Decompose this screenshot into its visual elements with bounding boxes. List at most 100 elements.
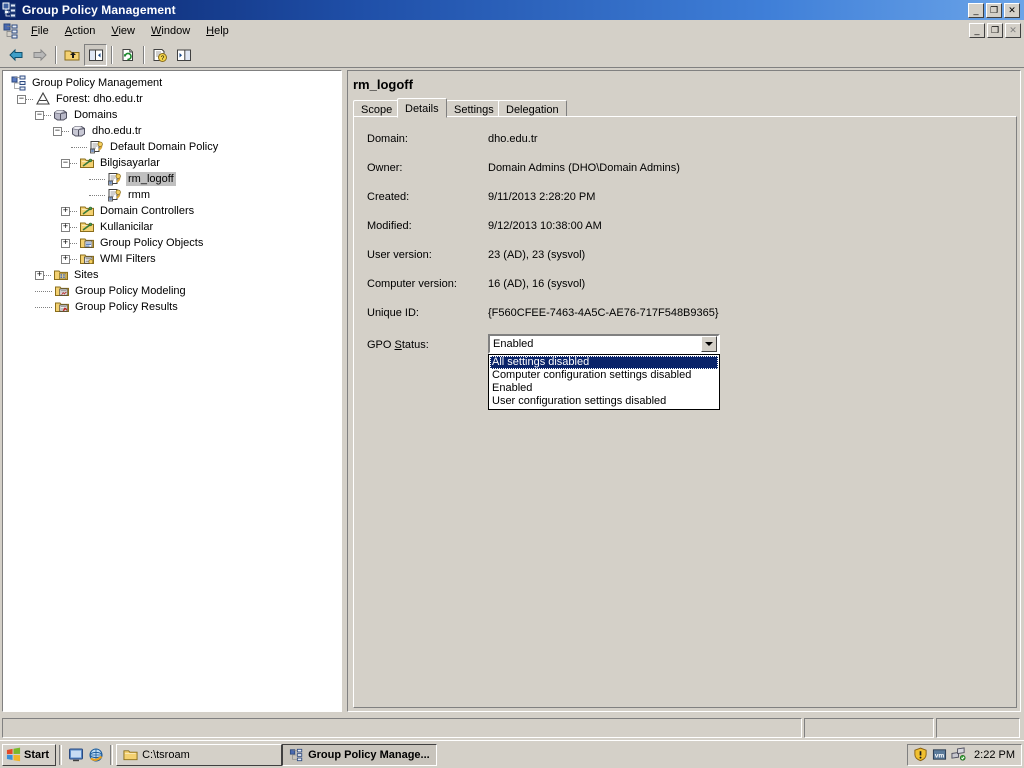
- tree-item-rmm[interactable]: rmm: [7, 187, 341, 203]
- network-connection-icon[interactable]: [951, 747, 966, 762]
- clock[interactable]: 2:22 PM: [974, 749, 1015, 761]
- domain-value: dho.edu.tr: [488, 133, 538, 145]
- tree-item-forest[interactable]: − Forest: dho.edu.tr: [7, 91, 341, 107]
- tree-item-group-policy-modeling[interactable]: Group Policy Modeling: [7, 283, 341, 299]
- show-desktop-icon[interactable]: [68, 747, 84, 763]
- taskbar-button-tsroam[interactable]: C:\tsroam: [116, 743, 283, 766]
- tab-delegation[interactable]: Delegation: [498, 100, 567, 117]
- tree-item-label: Sites: [74, 269, 99, 281]
- toolbar-separator-3: [143, 45, 145, 64]
- taskbar-divider-2: [110, 744, 114, 765]
- tab-scope[interactable]: Scope: [353, 100, 401, 117]
- forest-icon: [35, 91, 51, 107]
- menu-view[interactable]: View: [103, 22, 143, 40]
- tree-item-label: Default Domain Policy: [110, 141, 219, 153]
- owner-value: Domain Admins (DHO\Domain Admins): [488, 162, 680, 174]
- window-title: Group Policy Management: [22, 3, 176, 17]
- tree-item-group-policy-results[interactable]: Group Policy Results: [7, 299, 341, 315]
- main-content-area: Group Policy Management − Forest: dho.ed…: [0, 68, 1024, 714]
- tree-item-bilgisayarlar[interactable]: − Bilgisayarlar: [7, 155, 341, 171]
- gpmc-icon: [2, 2, 18, 18]
- owner-label: Owner:: [367, 162, 403, 174]
- window-title-bar: Group Policy Management _ ❐ ✕: [0, 0, 1024, 20]
- gpo-folder-icon: [79, 235, 95, 251]
- tree-item-label: Domain Controllers: [100, 205, 195, 217]
- dropdown-option-computer-config-disabled[interactable]: Computer configuration settings disabled: [490, 369, 718, 382]
- maximize-button[interactable]: ❐: [986, 2, 1002, 18]
- expander-minus-icon[interactable]: −: [53, 126, 62, 136]
- tree-item-label: Group Policy Results: [75, 301, 178, 313]
- menu-window[interactable]: Window: [143, 22, 198, 40]
- menu-file[interactable]: FFileile: [23, 22, 57, 40]
- start-button[interactable]: Start: [2, 743, 57, 766]
- close-button[interactable]: ✕: [1004, 2, 1020, 18]
- expander-plus-icon[interactable]: +: [61, 254, 70, 264]
- quick-launch-bar: [65, 747, 107, 763]
- tree-item-default-domain-policy[interactable]: Default Domain Policy: [7, 139, 341, 155]
- dropdown-option-all-settings-disabled[interactable]: All settings disabled: [490, 356, 718, 369]
- show-action-pane-button[interactable]: [172, 44, 195, 66]
- computer-version-label: Computer version:: [367, 278, 457, 290]
- tree-item-label: Domains: [74, 109, 118, 121]
- security-warning-icon[interactable]: [913, 747, 928, 762]
- show-hide-tree-button[interactable]: [84, 43, 107, 66]
- expander-plus-icon[interactable]: +: [61, 206, 70, 216]
- tree-item-sites[interactable]: + Sites: [7, 267, 341, 283]
- tree-item-wmi-filters[interactable]: + WMI Filters: [7, 251, 341, 267]
- minimize-button[interactable]: _: [968, 2, 984, 18]
- menu-action[interactable]: Action: [57, 22, 104, 40]
- tree-item-kullanicilar[interactable]: + Kullanicilar: [7, 219, 341, 235]
- expander-plus-icon[interactable]: +: [61, 222, 70, 232]
- ou-icon: [79, 203, 95, 219]
- expander-minus-icon[interactable]: −: [35, 110, 44, 120]
- tree-item-domains[interactable]: − Domains: [7, 107, 341, 123]
- tree-item-rm-logoff[interactable]: rm_logoff: [7, 171, 341, 187]
- tree-item-domain-dho[interactable]: − dho.edu.tr: [7, 123, 341, 139]
- menu-help[interactable]: Help: [198, 22, 237, 40]
- status-pane-3: [936, 718, 1020, 738]
- details-pane: rm_logoff Scope Details Settings Delegat…: [347, 70, 1021, 712]
- toolbar-separator-2: [111, 45, 113, 64]
- taskbar-button-gpmc[interactable]: Group Policy Manage...: [282, 743, 438, 766]
- expander-minus-icon[interactable]: −: [17, 94, 26, 104]
- gpo-link-icon: [107, 187, 123, 203]
- dropdown-option-user-config-disabled[interactable]: User configuration settings disabled: [490, 395, 718, 408]
- unique-id-value: {F560CFEE-7463-4A5C-AE76-717F548B9365}: [488, 307, 719, 319]
- gpmc-small-icon: [3, 23, 19, 39]
- up-one-level-button[interactable]: [60, 44, 83, 66]
- user-version-label: User version:: [367, 249, 432, 261]
- start-button-label: Start: [24, 748, 50, 761]
- expander-minus-icon[interactable]: −: [61, 158, 70, 168]
- gpo-status-dropdown-list[interactable]: All settings disabled Computer configura…: [488, 354, 720, 410]
- domain-icon: [71, 123, 87, 139]
- taskbar-button-label: C:\tsroam: [142, 748, 190, 761]
- expander-plus-icon[interactable]: +: [35, 270, 44, 280]
- folder-icon: [123, 748, 138, 762]
- tree-item-domain-controllers[interactable]: + Domain Controllers: [7, 203, 341, 219]
- internet-explorer-icon[interactable]: [88, 747, 104, 763]
- domains-icon: [53, 107, 69, 123]
- svg-text:?: ?: [160, 55, 164, 62]
- windows-logo-icon: [6, 747, 21, 762]
- tree-item-group-policy-management[interactable]: Group Policy Management: [7, 75, 341, 91]
- vm-tools-icon[interactable]: vm: [932, 747, 947, 762]
- tree-item-label: Forest: dho.edu.tr: [56, 93, 143, 105]
- console-tree-pane[interactable]: Group Policy Management − Forest: dho.ed…: [2, 70, 342, 712]
- help-button[interactable]: ?: [148, 44, 171, 66]
- gp-modeling-icon: [54, 283, 70, 299]
- mdi-restore-button[interactable]: ❐: [987, 23, 1003, 38]
- gpo-link-icon: [107, 171, 123, 187]
- modified-label: Modified:: [367, 220, 412, 232]
- mdi-close-button: ✕: [1005, 23, 1021, 38]
- dropdown-option-enabled[interactable]: Enabled: [490, 382, 718, 395]
- refresh-button[interactable]: [116, 44, 139, 66]
- tree-item-label: Group Policy Management: [32, 77, 163, 89]
- gpo-status-combobox[interactable]: Enabled: [488, 334, 720, 354]
- back-button[interactable]: [4, 44, 27, 66]
- chevron-down-icon[interactable]: [701, 336, 717, 352]
- expander-plus-icon[interactable]: +: [61, 238, 70, 248]
- tab-details[interactable]: Details: [397, 98, 447, 118]
- tab-settings[interactable]: Settings: [446, 100, 502, 117]
- mdi-minimize-button[interactable]: _: [969, 23, 985, 38]
- tree-item-group-policy-objects[interactable]: + Group Policy Objects: [7, 235, 341, 251]
